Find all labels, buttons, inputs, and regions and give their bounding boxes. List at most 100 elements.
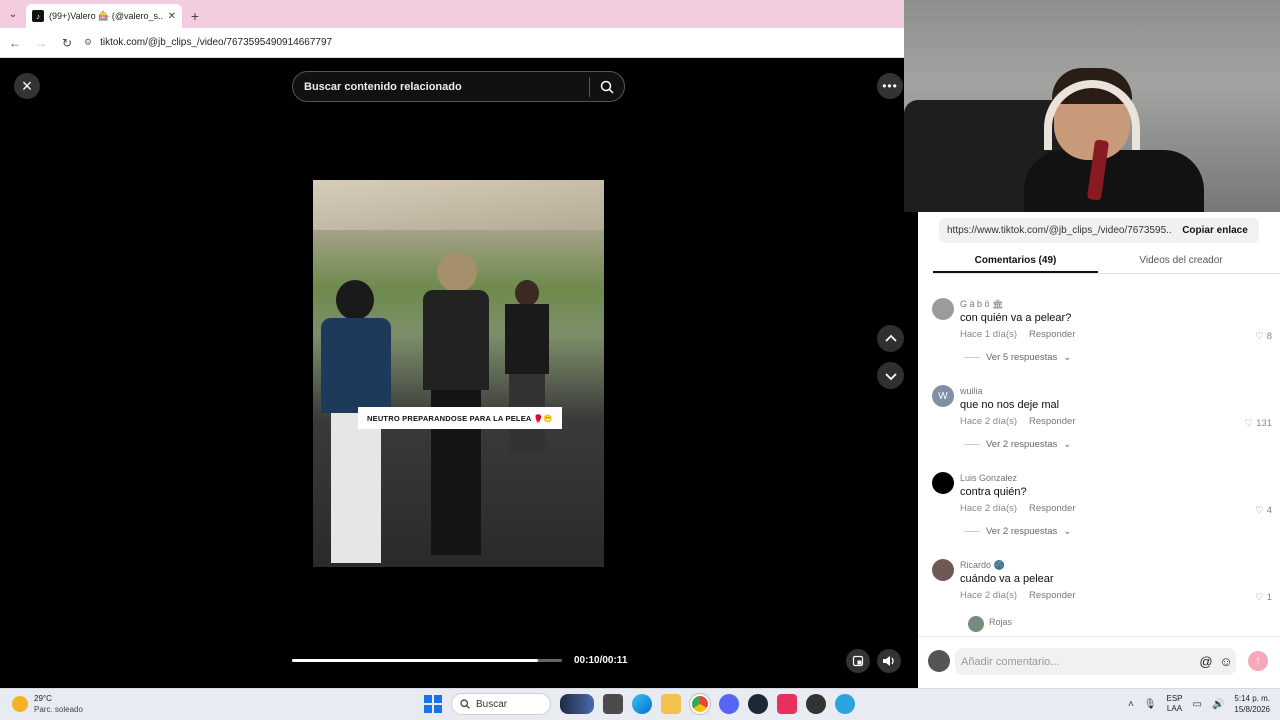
back-button[interactable]: ← <box>6 34 24 52</box>
chrome-icon[interactable] <box>689 693 711 715</box>
video-progress-fill <box>292 659 538 662</box>
comment-time: Hace 2 día(s) <box>960 590 1018 601</box>
new-tab-button[interactable]: + <box>182 4 208 28</box>
avatar[interactable]: W <box>932 385 954 407</box>
previous-video-button[interactable] <box>877 325 904 352</box>
weather-temp: 29°C <box>34 694 52 703</box>
video-caption: NEUTRO PREPARANDOSE PARA LA PELEA 🥊😬 <box>358 407 562 429</box>
reply-username[interactable]: Rojas <box>989 617 1012 627</box>
tab-creator-videos[interactable]: Videos del creador <box>1098 248 1264 273</box>
url-field[interactable]: ⚙ tiktok.com/@jb_clips_/video/7673595490… <box>84 37 332 48</box>
search-icon[interactable] <box>590 80 624 94</box>
comment-time: Hace 2 día(s) <box>960 503 1018 514</box>
comment-username[interactable]: Ricardo 🌚 <box>960 560 1005 571</box>
clock[interactable]: 5:14 p. m. 15/8/2026 <box>1234 693 1270 715</box>
taskbar-search-label: Buscar <box>476 698 508 710</box>
view-replies-label: Ver 5 respuestas <box>986 352 1058 363</box>
close-icon: × <box>21 75 33 96</box>
video-progress-bar[interactable] <box>292 659 562 662</box>
chevron-up-icon <box>884 334 897 342</box>
reply-button[interactable]: Responder <box>1029 416 1075 427</box>
speaker-icon[interactable]: 🔊 <box>1212 699 1224 710</box>
like-button[interactable]: ♡ 4 <box>1255 505 1272 516</box>
view-replies-button[interactable]: Ver 2 respuestas ⌄ <box>964 439 1071 450</box>
browser-tab[interactable]: ♪ (99+)Valero 🎰 (@valero_s... ✕ <box>26 4 182 28</box>
comment-list: G ä b ö 🏛 con quién va a pelear? Hace 1 … <box>918 294 1280 636</box>
avatar[interactable] <box>932 298 954 320</box>
chevron-down-icon: ⌄ <box>1063 526 1072 537</box>
emoji-icon[interactable]: ☺ <box>1216 654 1236 669</box>
site-info-icon[interactable]: ⚙ <box>84 37 92 48</box>
comment-username[interactable]: G ä b ö 🏛 <box>960 299 1003 310</box>
like-count: 131 <box>1256 418 1272 429</box>
avatar[interactable] <box>928 650 950 672</box>
tiktok-icon: ♪ <box>32 10 44 22</box>
related-search-input[interactable] <box>304 80 589 93</box>
mention-icon[interactable]: @ <box>1196 654 1216 669</box>
view-replies-label: Ver 2 respuestas <box>986 526 1058 537</box>
comment-username[interactable]: wuilia <box>960 386 983 396</box>
reload-button[interactable]: ↻ <box>58 34 76 52</box>
like-count: 1 <box>1266 592 1272 603</box>
discord-icon[interactable] <box>719 694 739 714</box>
comments-panel: https://www.tiktok.com/@jb_clips_/video/… <box>918 212 1280 688</box>
heart-icon: ♡ <box>1255 331 1264 342</box>
floating-player-icon <box>852 655 864 667</box>
close-tab-icon[interactable]: ✕ <box>168 11 176 22</box>
video-player[interactable]: NEUTRO PREPARANDOSE PARA LA PELEA 🥊😬 <box>313 180 604 567</box>
panel-tabs: Comentarios (49) Videos del creador <box>933 248 1280 274</box>
heart-icon: ♡ <box>1244 418 1254 429</box>
comment-username[interactable]: Luis Gonzalez <box>960 473 1017 483</box>
widgets-icon[interactable] <box>560 694 594 714</box>
avatar[interactable] <box>932 472 954 494</box>
comment-meta: Hace 2 día(s) Responder <box>960 416 1076 427</box>
windows-start-icon[interactable] <box>424 695 442 713</box>
volume-button[interactable] <box>877 649 901 673</box>
task-view-icon[interactable] <box>603 694 623 714</box>
video-scene-roof <box>313 180 604 230</box>
weather-widget[interactable]: 29°C Parc. soleado <box>12 693 83 715</box>
next-video-button[interactable] <box>877 362 904 389</box>
like-count: 8 <box>1266 331 1272 342</box>
language-indicator[interactable]: ESP LAA <box>1166 694 1182 714</box>
more-icon: ••• <box>882 79 898 93</box>
floating-player-button[interactable] <box>846 649 870 673</box>
tab-search-button[interactable]: ⌄ <box>0 0 26 28</box>
like-button[interactable]: ♡ 1 <box>1255 592 1272 603</box>
file-explorer-icon[interactable] <box>661 694 681 714</box>
send-comment-button[interactable]: ↑ <box>1248 651 1268 671</box>
edge-icon[interactable] <box>632 694 652 714</box>
avatar[interactable] <box>932 559 954 581</box>
webcam-overlay <box>904 0 1280 212</box>
tab-title: (99+)Valero 🎰 (@valero_s... <box>49 10 163 21</box>
network-icon[interactable]: ▭ <box>1193 699 1202 710</box>
browser-tab-bar: ⌄ ♪ (99+)Valero 🎰 (@valero_s... ✕ + <box>0 0 904 28</box>
taskbar-search[interactable]: Buscar <box>451 693 551 715</box>
view-replies-button[interactable]: Ver 5 respuestas ⌄ <box>964 352 1071 363</box>
microphone-icon[interactable]: 🎙 <box>1144 699 1157 710</box>
url-text: tiktok.com/@jb_clips_/video/767359549091… <box>100 37 333 48</box>
close-viewer-button[interactable]: × <box>14 73 40 99</box>
tab-comments[interactable]: Comentarios (49) <box>933 248 1098 273</box>
view-replies-button[interactable]: Ver 2 respuestas ⌄ <box>964 526 1071 537</box>
video-time: 00:10/00:11 <box>574 655 628 666</box>
copy-link-button[interactable]: Copiar enlace <box>1171 225 1259 236</box>
reply-button[interactable]: Responder <box>1029 329 1075 340</box>
reply-button[interactable]: Responder <box>1029 590 1075 601</box>
tiktok-app-icon[interactable] <box>777 694 797 714</box>
comment-text: que no nos deje mal <box>960 399 1060 411</box>
weather-condition: Parc. soleado <box>34 705 83 714</box>
avatar[interactable] <box>968 616 984 632</box>
chevron-up-icon[interactable]: ˄ <box>1128 699 1134 710</box>
steam-icon[interactable] <box>748 694 768 714</box>
windows-taskbar: 29°C Parc. soleado Buscar ˄ 🎙 ESP LAA ▭ … <box>0 688 1280 720</box>
like-button[interactable]: ♡ 131 <box>1245 418 1272 429</box>
like-button[interactable]: ♡ 8 <box>1255 331 1272 342</box>
comment-input[interactable] <box>961 655 1196 668</box>
forward-button[interactable]: → <box>32 34 50 52</box>
reply-button[interactable]: Responder <box>1029 503 1075 514</box>
obs-icon[interactable] <box>806 694 826 714</box>
more-options-button[interactable]: ••• <box>877 73 903 99</box>
telegram-icon[interactable] <box>835 694 855 714</box>
chevron-down-icon <box>884 372 897 380</box>
